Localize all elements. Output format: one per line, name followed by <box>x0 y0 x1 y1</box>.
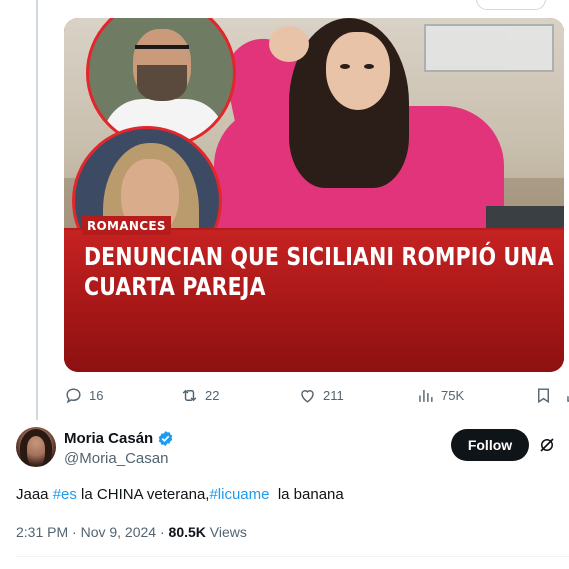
repost-count: 22 <box>205 388 220 403</box>
repost-icon <box>182 389 197 402</box>
grok-icon[interactable] <box>538 436 556 454</box>
tweet-actions: 16 22 211 75K <box>64 386 569 406</box>
like-action[interactable]: 211 <box>298 386 344 405</box>
timestamp[interactable]: 2:31 PM · Nov 9, 2024 · <box>16 524 169 540</box>
text-part-3: la banana <box>269 486 344 503</box>
headline-line-2: CUARTA PAREJA <box>84 272 266 301</box>
hashtag-licuame[interactable]: #licuame <box>209 486 269 503</box>
hashtag-es[interactable]: #es <box>53 486 77 503</box>
like-count: 211 <box>323 388 344 403</box>
avatar-hair <box>20 429 52 467</box>
background-screen <box>424 24 554 72</box>
repost-action[interactable]: 22 <box>180 386 219 405</box>
meta-views-label: Views <box>205 524 247 540</box>
reply-count: 16 <box>89 388 104 403</box>
heart-icon <box>301 390 314 403</box>
reply-tweet-text: Jaaa #es la CHINA veterana,#licuame la b… <box>16 486 344 503</box>
views-action[interactable]: 75K <box>416 386 464 405</box>
text-part-2: la CHINA veterana, <box>76 486 210 503</box>
woman-face <box>326 32 390 110</box>
name-row: Moria Casán <box>64 430 174 447</box>
follow-button[interactable]: Follow <box>451 429 529 461</box>
media-tag: ROMANCES <box>82 216 171 235</box>
avatar[interactable] <box>16 427 56 467</box>
tweet-meta: 2:31 PM · Nov 9, 2024 · 80.5K Views <box>16 524 247 540</box>
thread-line <box>36 0 38 420</box>
tweet-media-image[interactable]: ROMANCES DENUNCIAN QUE SICILIANI ROMPIÓ … <box>64 18 564 372</box>
display-name[interactable]: Moria Casán <box>64 430 153 447</box>
share-action[interactable] <box>564 386 569 405</box>
bookmark-action[interactable] <box>534 386 553 405</box>
woman-hand <box>269 26 309 62</box>
share-icon <box>567 396 569 402</box>
man-beard <box>137 65 187 101</box>
reply-action[interactable]: 16 <box>64 386 103 405</box>
text-part-1: Jaaa <box>16 486 53 503</box>
media-headline: DENUNCIAN QUE SICILIANI ROMPIÓ UNA CUART… <box>84 242 554 302</box>
views-count: 75K <box>441 388 465 403</box>
handle[interactable]: @Moria_Casan <box>64 450 168 467</box>
meta-views-count: 80.5K <box>168 524 206 540</box>
verified-badge-icon <box>158 431 173 446</box>
woman-eye-left <box>340 64 350 69</box>
laptop <box>486 206 564 228</box>
more-options-icon[interactable]: ⋮ <box>562 435 569 455</box>
bookmark-icon <box>538 388 549 404</box>
top-pill <box>476 0 546 10</box>
media-photo <box>64 18 564 228</box>
headline-line-1: DENUNCIAN QUE SICILIANI ROMPIÓ UNA <box>84 242 554 271</box>
man-glasses <box>135 45 189 57</box>
woman-eye-right <box>364 64 374 69</box>
divider <box>16 556 569 557</box>
reply-icon <box>66 388 81 404</box>
analytics-icon <box>419 389 433 402</box>
